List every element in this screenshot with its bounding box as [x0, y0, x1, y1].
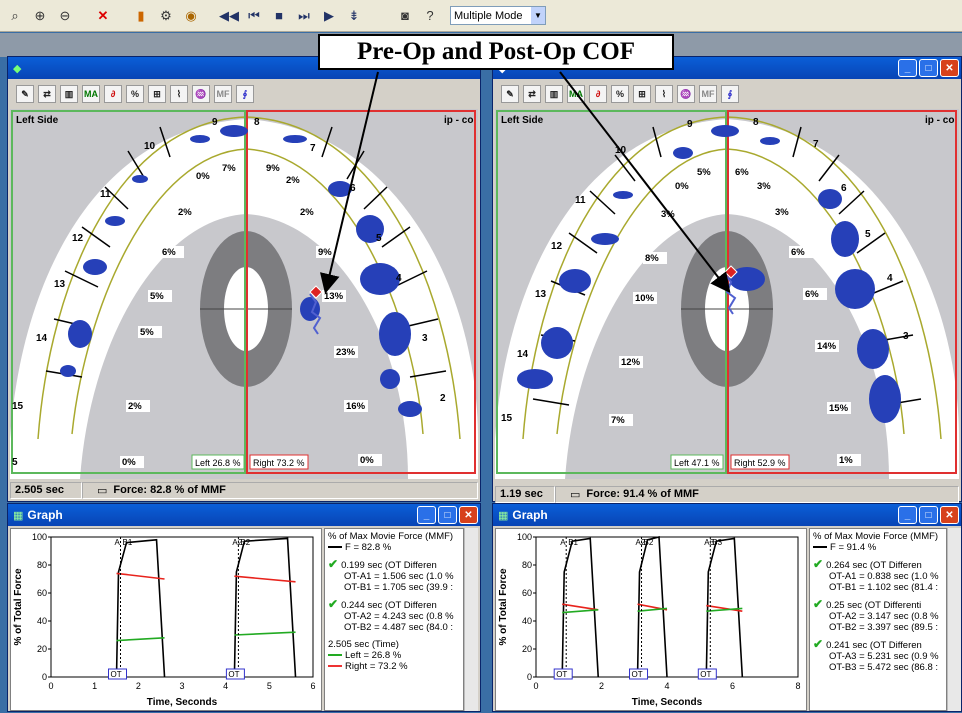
callout-arrows: [319, 71, 731, 294]
app-window: ⌕ ⊕ ⊖ ✕ ▮ ⚙ ◉ ◀◀ ⏮ ■ ⏭ ▶ ⇟ ◙ ? Multiple …: [0, 0, 962, 713]
arrow-preop: [319, 71, 379, 294]
arrow-postop: [559, 71, 731, 294]
